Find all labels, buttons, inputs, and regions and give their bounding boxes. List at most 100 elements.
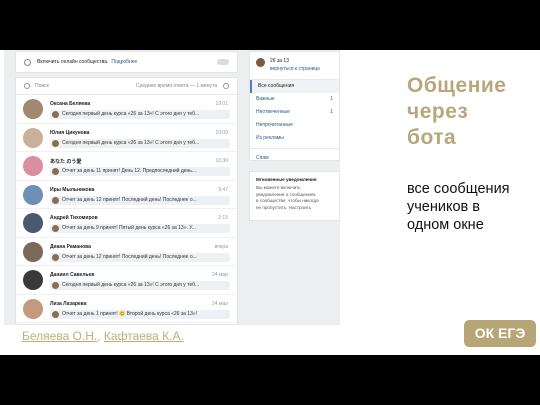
sender-name: Андрей Тихомиров	[50, 215, 98, 221]
message-preview: Сегодня первый день курса «26 за 13»! С …	[50, 281, 230, 290]
notifications-box: Мгновенные уведомления Вы можете включит…	[249, 171, 340, 221]
community-avatar	[52, 196, 59, 204]
conversation-row[interactable]: Андрей Тихомиров 2:15 Отчет за день 9 прин…	[16, 209, 237, 238]
community-avatar	[52, 282, 59, 289]
title-line: Общение	[407, 74, 507, 97]
search-icon	[24, 83, 30, 89]
message-time: вчера	[214, 243, 228, 250]
title-line: через	[407, 100, 469, 123]
conversation-list: Поиск Среднее время ответа — 1 минута Ок…	[15, 77, 238, 325]
conversation-row[interactable]: Юлия Цикунова 19:00 Сегодня первый день ку…	[16, 124, 237, 152]
online-community-bar: Включить онлайн сообщества. Подробнее	[15, 51, 238, 73]
sender-name: Юлия Цикунова	[50, 129, 90, 136]
notifications-line[interactable]: не пропустить. Настроить	[256, 205, 333, 212]
online-icon	[24, 58, 31, 66]
filter-unread[interactable]: Непрочитанные	[250, 119, 339, 132]
avatar	[23, 298, 43, 319]
slide-title: Общение через бота	[407, 73, 506, 151]
filter-ads[interactable]: Из рекламы	[250, 132, 339, 145]
online-toggle-text: Включить онлайн сообщества.	[37, 59, 109, 65]
message-preview: Сегодня первый день курса «26 за 13»! С …	[50, 110, 230, 119]
message-time: 2:15	[218, 215, 228, 221]
online-toggle[interactable]	[217, 59, 229, 65]
message-text: Отчет за день 1 принят! 😊 Второй день ку…	[62, 310, 198, 317]
author-separator: ,	[97, 329, 104, 343]
message-text: Сегодня первый день курса «26 за 13»! С …	[62, 111, 200, 117]
conversation-row[interactable]: Оксана Беляева 19:01 Сегодня первый день к…	[16, 95, 237, 124]
filter-label: Все сообщения	[258, 83, 295, 89]
filter-unanswered[interactable]: Неотвеченные 1	[250, 106, 339, 119]
search-row: Поиск Среднее время ответа — 1 минута	[16, 78, 237, 95]
back-link[interactable]: вернуться к странице	[270, 66, 320, 72]
slide: Включить онлайн сообщества. Подробнее По…	[0, 50, 540, 355]
conversation-rows: Оксана Беляева 19:01 Сегодня первый день к…	[16, 95, 237, 323]
message-preview: Отчет за день 12 принят! Последний день!…	[50, 195, 230, 205]
community-avatar	[52, 111, 59, 118]
message-time: 9:47	[218, 186, 228, 193]
sender-name: Оксана Беляева	[50, 101, 91, 107]
divider	[250, 148, 339, 149]
filter-count: 1	[330, 96, 333, 102]
desc-line: учеников в	[407, 199, 480, 215]
message-preview: Отчет за день 11 принят! День 12. Предпо…	[50, 167, 230, 176]
message-preview: Отчет за день 9 принят! Пятый день курса…	[50, 224, 230, 233]
filter-label: Важные	[256, 96, 275, 102]
community-avatar	[52, 139, 59, 147]
response-time: Среднее время ответа — 1 минута	[135, 83, 217, 89]
community-avatar	[52, 225, 59, 232]
message-time: 10:30	[215, 158, 228, 164]
avatar	[23, 270, 43, 290]
avatar	[23, 156, 43, 176]
community-avatar	[52, 310, 59, 318]
search-input[interactable]: Поиск	[35, 83, 49, 89]
slide-description: все сообщения учеников в одном окне	[407, 180, 510, 234]
vk-messages-screenshot: Включить онлайн сообщества. Подробнее По…	[4, 50, 340, 325]
sender-name: Иры Мыльникова	[50, 186, 95, 193]
avatar	[23, 99, 43, 119]
avatar	[23, 241, 43, 262]
community-name: 26 за 13	[270, 58, 289, 64]
sender-name: Диана Раманова	[50, 243, 91, 250]
message-text: Отчет за день 12 принят! Последний день!…	[62, 196, 197, 203]
message-preview: Отчет за день 12 принят! Последний день!…	[50, 252, 230, 262]
message-time: 19:01	[215, 101, 228, 107]
message-time: 24 мар	[212, 300, 228, 307]
message-preview: Сегодня первый день курса «26 за 13»! С …	[50, 138, 230, 148]
filter-important[interactable]: Важные 1	[250, 93, 339, 106]
message-preview: Отчет за день 1 принят! 😊 Второй день ку…	[50, 309, 230, 319]
conversation-row[interactable]: Диана Раманова вчера Отчет за день 12 прин…	[16, 238, 237, 266]
conversation-row[interactable]: あなた のう愛 10:30 Отчет за день 11 принят! Ден…	[16, 152, 237, 181]
message-time: 24 мар	[212, 272, 228, 278]
filter-label: Неотвеченные	[256, 109, 290, 115]
conversation-row[interactable]: Лиза Лазарева 24 мар Отчет за день 1 приня…	[16, 295, 237, 323]
community-avatar	[52, 253, 59, 261]
sender-name: Лиза Лазарева	[50, 300, 87, 307]
filter-sidebar: 26 за 13 вернуться к странице Все сообще…	[249, 51, 340, 161]
message-text: Сегодня первый день курса «26 за 13»! С …	[62, 139, 200, 146]
message-text: Отчет за день 12 принят! Последний день!…	[62, 253, 197, 260]
filter-label: Из рекламы	[256, 135, 284, 141]
conversation-row[interactable]: Даниил Савельев 24 мар Сегодня первый день…	[16, 266, 237, 295]
message-text: Сегодня первый день курса «26 за 13»! С …	[62, 282, 200, 288]
avatar	[23, 213, 43, 233]
gear-icon[interactable]	[223, 83, 229, 89]
authors: Беляева О.Н., Кафтаева К.А.	[22, 329, 184, 343]
author-link[interactable]: Беляева О.Н.	[22, 329, 97, 343]
community-avatar	[256, 58, 265, 67]
avatar	[23, 184, 43, 205]
filter-label: Спам	[256, 155, 269, 161]
community-header: 26 за 13 вернуться к странице	[250, 52, 339, 80]
desc-line: одном окне	[407, 217, 484, 233]
message-text: Отчет за день 11 принят! День 12. Предпо…	[62, 168, 197, 174]
filter-label: Непрочитанные	[256, 122, 293, 128]
conversation-row[interactable]: Иры Мыльникова 9:47 Отчет за день 12 приня…	[16, 181, 237, 209]
sender-name: あなた のう愛	[50, 159, 82, 165]
avatar	[23, 127, 43, 148]
filter-all[interactable]: Все сообщения	[250, 80, 339, 93]
filter-spam[interactable]: Спам	[250, 152, 339, 161]
desc-line: все сообщения	[407, 181, 510, 197]
author-link[interactable]: Кафтаева К.А.	[104, 329, 184, 343]
title-line: бота	[407, 126, 457, 149]
more-link[interactable]: Подробнее	[111, 59, 137, 65]
message-time: 19:00	[215, 129, 228, 136]
